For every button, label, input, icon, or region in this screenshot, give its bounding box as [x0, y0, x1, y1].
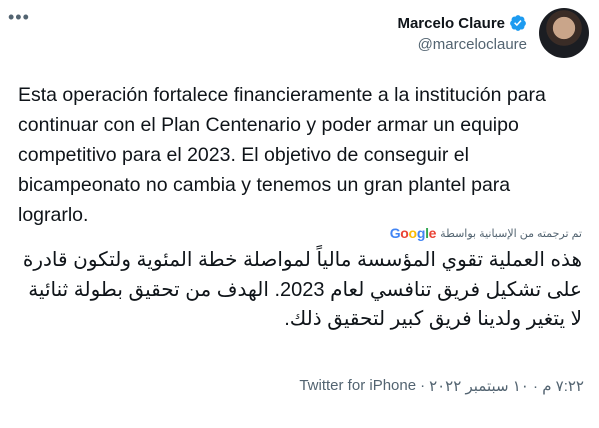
more-dots-icon[interactable]: ••• [8, 8, 30, 26]
translated-by-label: تم ترجمته من الإسبانية بواسطة [440, 227, 582, 240]
google-logo: Google [389, 225, 437, 241]
author-handle[interactable]: @marceloclaure [397, 36, 527, 53]
tweet-date[interactable]: ٧:٢٢ م · ١٠ سبتمبر ٢٠٢٢ [429, 377, 584, 395]
tweet-translated-text: هذه العملية تقوي المؤسسة مالياً لمواصلة … [22, 249, 582, 330]
author-name[interactable]: Marcelo Claure [397, 15, 505, 32]
tweet-original-text: Esta operación fortalece financieramente… [18, 84, 546, 226]
verified-badge-icon [510, 15, 526, 31]
tweet-meta: Twitter for iPhone · ٧:٢٢ م · ١٠ سبتمبر … [286, 377, 584, 395]
tweet-source[interactable]: Twitter for iPhone [299, 377, 416, 395]
avatar[interactable] [539, 8, 589, 58]
translation-attribution: تم ترجمته من الإسبانية بواسطة Google [390, 225, 582, 241]
author-block[interactable]: Marcelo Claure @marceloclaure [397, 14, 527, 54]
meta-separator: · [420, 377, 426, 394]
